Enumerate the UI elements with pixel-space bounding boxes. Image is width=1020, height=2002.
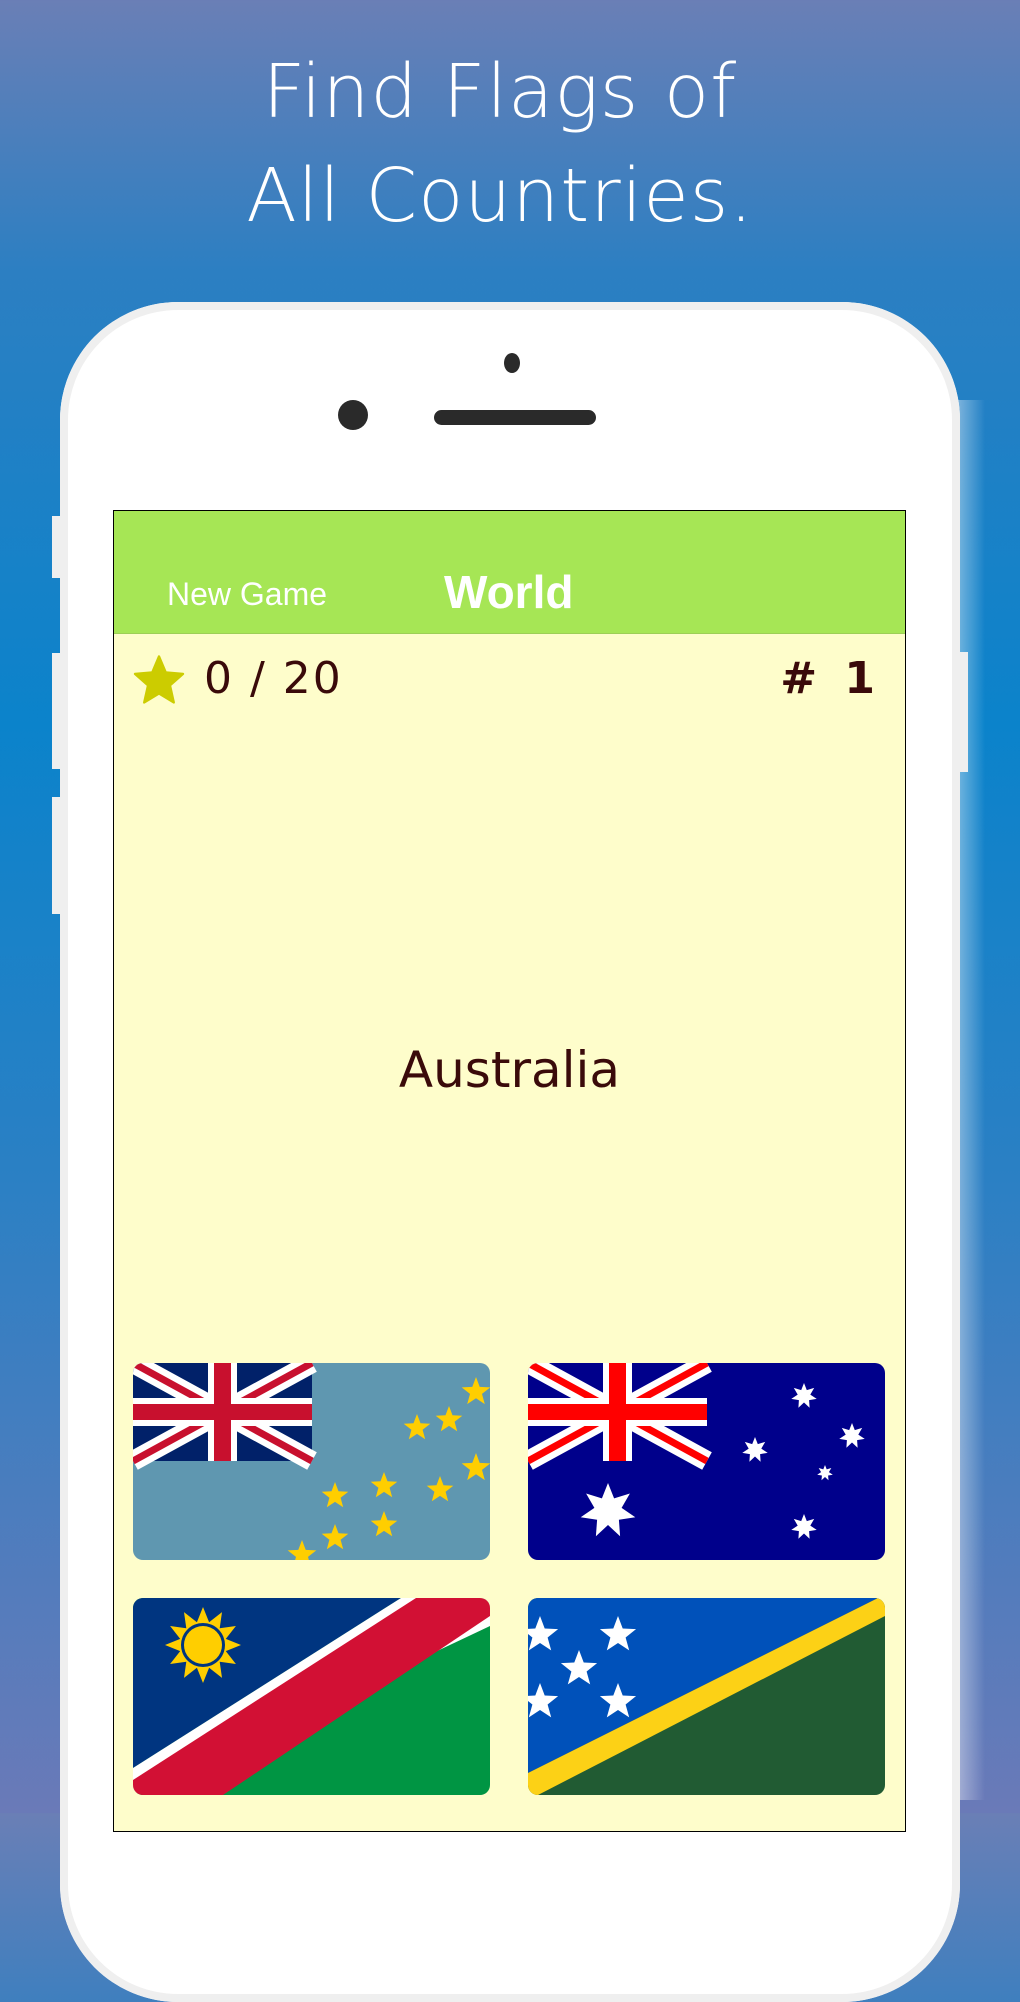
- flag-solomon-islands-icon: [528, 1598, 885, 1795]
- question-number: # 1: [780, 653, 881, 704]
- headline-line-1: Find Flags of: [262, 49, 738, 135]
- flag-australia-icon: [528, 1363, 885, 1560]
- flag-option-tuvalu[interactable]: [133, 1363, 490, 1560]
- target-country: Australia: [398, 1041, 621, 1099]
- app-screen: New Game World 0 / 20 # 1 Australia: [113, 510, 906, 1832]
- nav-title: World: [444, 566, 574, 618]
- stats-row: 0 / 20 # 1: [114, 633, 905, 713]
- phone-sensor: [504, 353, 520, 373]
- flag-option-solomon-islands[interactable]: [528, 1598, 885, 1795]
- sun-disc-icon: [184, 1626, 222, 1664]
- new-game-button[interactable]: New Game: [167, 576, 327, 613]
- flag-option-namibia[interactable]: [133, 1598, 490, 1795]
- phone-speaker: [434, 410, 596, 425]
- flag-tuvalu-icon: [133, 1363, 490, 1560]
- nav-bar: New Game World: [114, 511, 905, 634]
- phone-camera: [338, 400, 368, 430]
- score-text: 0 / 20: [204, 653, 343, 704]
- flag-option-australia[interactable]: [528, 1363, 885, 1560]
- star-icon: [133, 655, 185, 704]
- promo-headline: Find Flags of All Countries.: [0, 40, 1000, 248]
- flag-namibia-icon: [133, 1598, 490, 1795]
- headline-line-2: All Countries.: [246, 153, 754, 239]
